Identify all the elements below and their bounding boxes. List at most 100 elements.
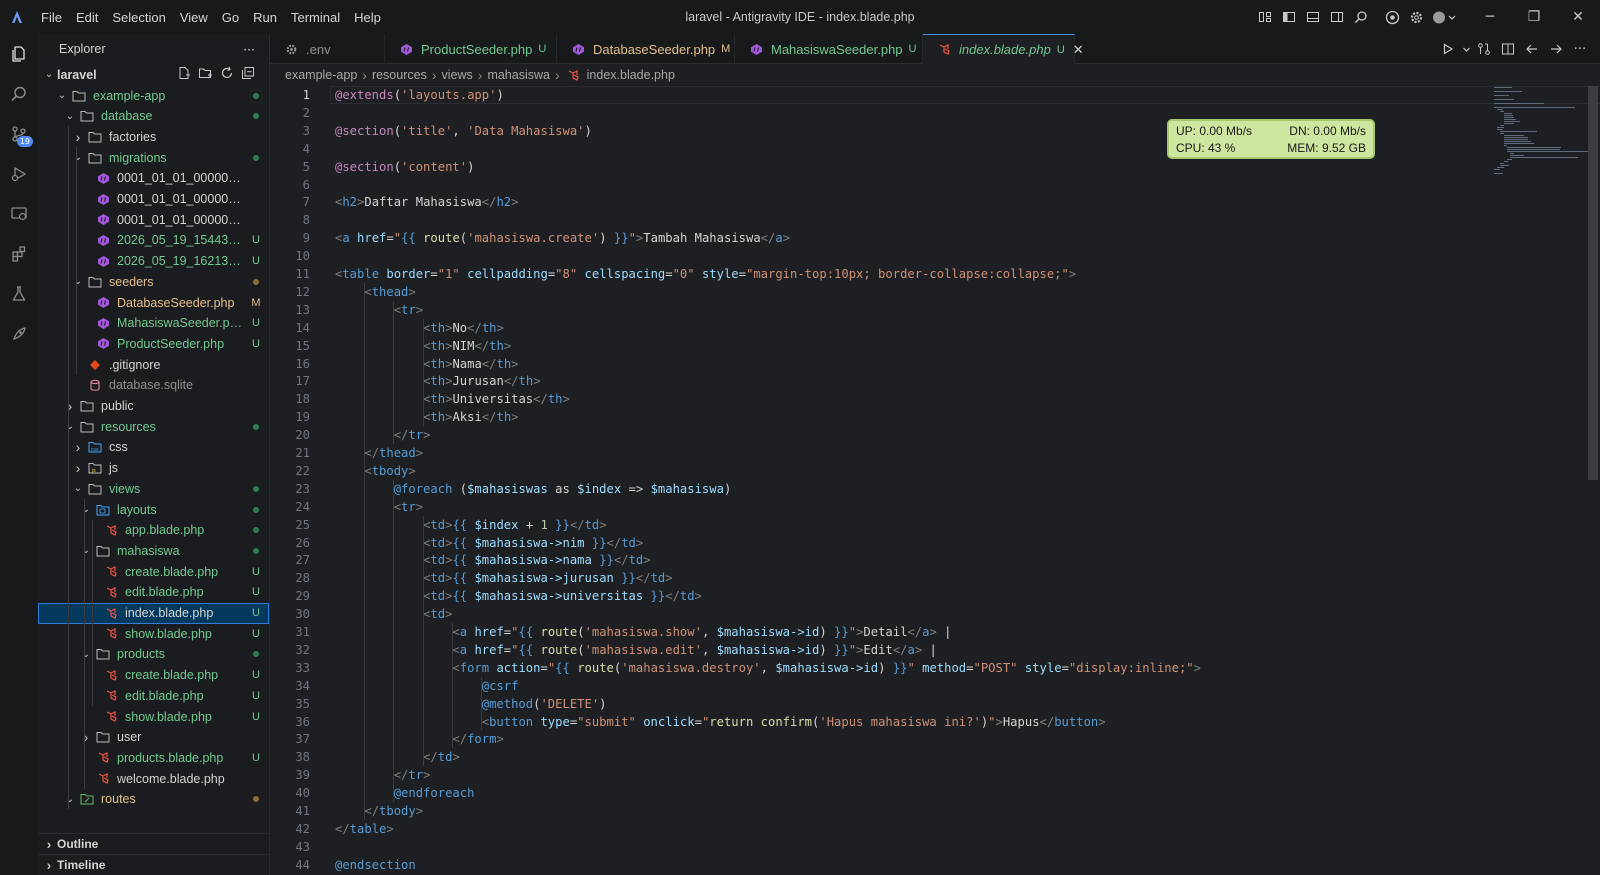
menu-view[interactable]: View [173,10,215,25]
tree-item-db[interactable]: database.sqlite [38,375,269,396]
close-tab-icon[interactable]: ✕ [1073,42,1084,58]
toggle-panel-icon[interactable] [1302,6,1324,28]
tab-env[interactable]: .env [270,34,385,64]
toggle-primary-sidebar-icon[interactable] [1278,6,1300,28]
workspace-root[interactable]: ⌄ laravel [38,64,269,85]
breadcrumb-item[interactable]: resources [372,68,427,82]
tree-item-blade[interactable]: app.blade.php [38,520,269,541]
chevron-down-icon[interactable]: ⌄ [70,483,86,494]
tree-item-php[interactable]: MahasiswaSeeder.php U [38,313,269,334]
tab-index-blade-php[interactable]: index.blade.php U ✕ [923,34,1084,64]
chevron-right-icon[interactable]: › [78,729,94,745]
explorer-more-actions[interactable]: ··· [243,42,255,57]
tree-item-php[interactable]: 0001_01_01_000001_creat... [38,189,269,210]
chevron-right-icon[interactable]: › [70,439,86,455]
tree-item-folder[interactable]: ⌄ database [38,106,269,127]
tree-item-blade[interactable]: welcome.blade.php [38,768,269,789]
tree-item-folder[interactable]: › js js [38,458,269,479]
chevron-right-icon[interactable]: › [70,460,86,476]
tree-item-folder[interactable]: ⌄ layouts [38,499,269,520]
search-icon[interactable] [1350,6,1372,28]
tree-item-folder[interactable]: ⌄ migrations [38,147,269,168]
chevron-right-icon[interactable]: › [70,129,86,145]
menu-selection[interactable]: Selection [105,10,172,25]
more-actions-icon[interactable]: ··· [1568,37,1592,61]
menu-run[interactable]: Run [246,10,284,25]
menu-help[interactable]: Help [347,10,388,25]
new-file-icon[interactable] [177,66,191,83]
split-editor-icon[interactable] [1496,37,1520,61]
collapse-all-icon[interactable] [241,66,255,83]
breadcrumb-item[interactable]: mahasiswa [487,68,550,82]
tree-item-folder[interactable]: ⌄ products [38,644,269,665]
section-timeline[interactable]: › Timeline [38,854,269,875]
section-outline[interactable]: › Outline [38,833,269,854]
editor-scrollbar[interactable] [1586,86,1600,875]
run-debug-icon[interactable] [0,154,38,194]
tree-item-php[interactable]: 0001_01_01_000002_creat... [38,209,269,230]
chevron-down-icon[interactable]: ⌄ [70,276,86,287]
menu-terminal[interactable]: Terminal [284,10,347,25]
tree-item-folder[interactable]: ⌄ seeders [38,271,269,292]
restore-button[interactable]: ❐ [1512,0,1556,34]
source-control-icon[interactable]: 19 [0,114,38,154]
tab-productseeder-php[interactable]: ProductSeeder.php U [385,34,557,64]
chevron-right-icon[interactable]: › [62,398,78,414]
chevron-down-icon[interactable]: ⌄ [62,794,78,805]
tree-item-folder[interactable]: › css css [38,437,269,458]
extensions-icon[interactable] [0,234,38,274]
tree-item-folder[interactable]: ⌄ routes [38,789,269,810]
breadcrumb-item[interactable]: example-app [285,68,357,82]
tree-item-blade[interactable]: edit.blade.php U [38,582,269,603]
breadcrumb-item[interactable]: index.blade.php [587,68,675,82]
code-editor[interactable]: 1 @extends('layouts.app') 2 3 @section('titl… [270,86,1600,875]
tree-item-php[interactable]: 0001_01_01_000000_creat... [38,168,269,189]
testing-flask-icon[interactable] [0,274,38,314]
tab-databaseseeder-php[interactable]: DatabaseSeeder.php M [557,34,735,64]
settings-gear-icon[interactable] [1405,6,1427,28]
chevron-down-icon[interactable]: ⌄ [54,90,70,101]
tree-item-blade[interactable]: show.blade.php U [38,623,269,644]
tree-item-blade[interactable]: create.blade.php U [38,665,269,686]
remote-explorer-icon[interactable] [0,194,38,234]
tree-item-folder[interactable]: ⌄ resources [38,416,269,437]
tree-item-blade[interactable]: products.blade.php U [38,747,269,768]
breadcrumb-item[interactable]: views [442,68,473,82]
compare-changes-icon[interactable] [1472,37,1496,61]
go-forward-icon[interactable] [1544,37,1568,61]
toggle-secondary-sidebar-icon[interactable] [1326,6,1348,28]
tree-item-blade[interactable]: edit.blade.php U [38,685,269,706]
explorer-icon[interactable] [0,34,38,74]
tree-item-blade[interactable]: create.blade.php U [38,561,269,582]
account-avatar-icon[interactable] [1429,6,1461,28]
tree-item-folder[interactable]: ⌄ example-app [38,85,269,106]
menu-file[interactable]: File [34,10,69,25]
tree-item-folder[interactable]: › public [38,396,269,417]
tree-item-folder[interactable]: › factories [38,126,269,147]
tree-item-blade[interactable]: index.blade.php U [38,602,269,624]
scrollbar-thumb[interactable] [1588,86,1598,480]
tree-item-php[interactable]: 2026_05_19_154431_... U [38,230,269,251]
minimize-button[interactable]: ─ [1468,0,1512,34]
close-window-button[interactable]: ✕ [1556,0,1600,34]
menu-edit[interactable]: Edit [69,10,105,25]
tree-item-folder[interactable]: ⌄ mahasiswa [38,540,269,561]
run-file-icon[interactable] [1436,37,1460,61]
search-icon[interactable] [0,74,38,114]
deploy-rocket-icon[interactable] [0,314,38,354]
refresh-icon[interactable] [220,66,234,83]
new-folder-icon[interactable] [198,66,213,83]
minimap[interactable] [1490,86,1589,875]
chevron-down-icon[interactable]: ⌄ [70,152,86,163]
tree-item-php[interactable]: DatabaseSeeder.php M [38,292,269,313]
menu-go[interactable]: Go [215,10,246,25]
chevron-down-icon[interactable]: ⌄ [62,421,78,432]
tree-item-folder[interactable]: ⌄ views [38,478,269,499]
tree-item-blade[interactable]: show.blade.php U [38,706,269,727]
chevron-down-icon[interactable]: ⌄ [78,504,94,515]
tree-item-php[interactable]: 2026_05_19_162138_... U [38,251,269,272]
tab-mahasiswaseeder-php[interactable]: MahasiswaSeeder.php U [735,34,923,64]
go-back-icon[interactable] [1520,37,1544,61]
tree-item-git[interactable]: .gitignore [38,354,269,375]
browser-icon[interactable] [1381,6,1403,28]
